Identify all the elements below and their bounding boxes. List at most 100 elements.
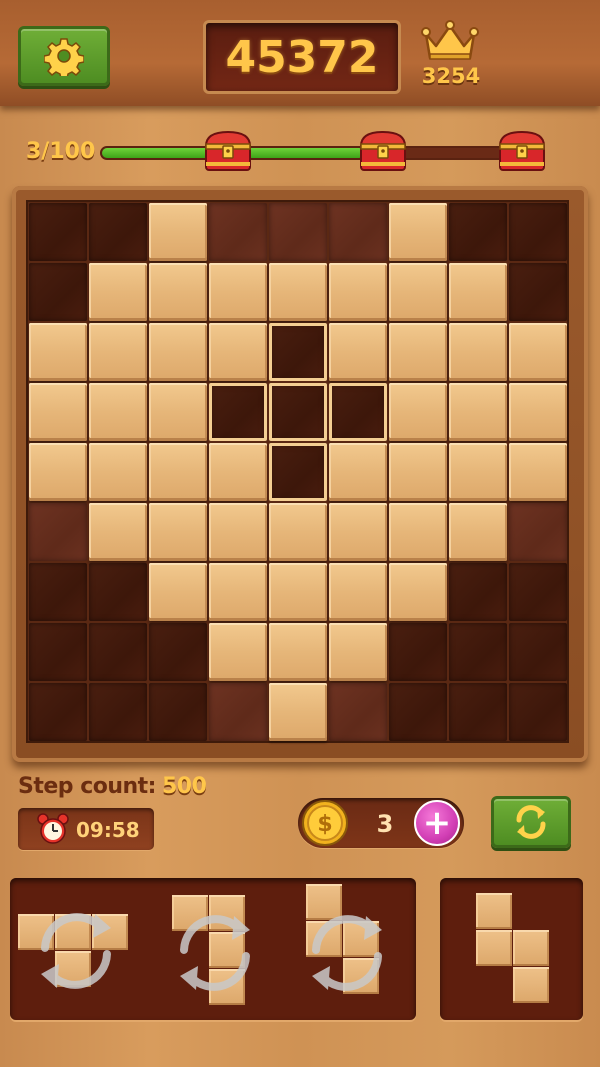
board-cell-filled[interactable] [89, 323, 147, 381]
board-cell-filled[interactable] [209, 323, 267, 381]
board-cell-empty[interactable] [29, 203, 87, 261]
board-cell-filled[interactable] [89, 383, 147, 441]
rotate-icon[interactable] [300, 906, 394, 1000]
board-cell-filled[interactable] [269, 263, 327, 321]
refresh-button[interactable] [491, 796, 571, 848]
board-cell-filled[interactable] [449, 503, 507, 561]
board-cell-filled[interactable] [329, 323, 387, 381]
board-cell-empty[interactable] [509, 503, 567, 561]
board-cell-empty[interactable] [509, 263, 567, 321]
board-cell-empty[interactable] [89, 203, 147, 261]
board-cell-empty[interactable] [509, 203, 567, 261]
board-cell-hint[interactable] [269, 323, 327, 381]
coin-count: 3 [376, 810, 394, 838]
board-cell-filled[interactable] [149, 263, 207, 321]
board-cell-filled[interactable] [209, 503, 267, 561]
board-cell-filled[interactable] [449, 263, 507, 321]
score-value: 45372 [225, 31, 379, 83]
board-cell-hint[interactable] [269, 383, 327, 441]
board-cell-empty[interactable] [29, 503, 87, 561]
board-cell-hint[interactable] [209, 383, 267, 441]
board-cell-empty[interactable] [89, 683, 147, 741]
board-cell-empty[interactable] [89, 623, 147, 681]
board-cell-filled[interactable] [509, 323, 567, 381]
board-cell-empty[interactable] [389, 623, 447, 681]
board-cell-filled[interactable] [29, 323, 87, 381]
board-cell-empty[interactable] [509, 683, 567, 741]
board-cell-filled[interactable] [389, 323, 447, 381]
board-cell-filled[interactable] [209, 263, 267, 321]
board-cell-filled[interactable] [149, 443, 207, 501]
board-cell-filled[interactable] [449, 383, 507, 441]
piece-block [513, 930, 549, 966]
board-cell-empty[interactable] [449, 623, 507, 681]
board-cell-empty[interactable] [29, 683, 87, 741]
board-cell-filled[interactable] [269, 563, 327, 621]
rotate-icon[interactable] [168, 906, 262, 1000]
board-cell-filled[interactable] [149, 383, 207, 441]
board-cell-filled[interactable] [329, 263, 387, 321]
board-cell-empty[interactable] [329, 683, 387, 741]
chest-icon[interactable] [358, 128, 408, 172]
board-cell-filled[interactable] [329, 503, 387, 561]
step-count-value: 500 [161, 774, 207, 799]
settings-button[interactable] [18, 26, 110, 86]
board-cell-empty[interactable] [449, 203, 507, 261]
board-cell-filled[interactable] [269, 503, 327, 561]
board-cell-filled[interactable] [389, 503, 447, 561]
game-board[interactable] [26, 200, 569, 743]
board-cell-empty[interactable] [449, 683, 507, 741]
piece-block [476, 930, 512, 966]
board-cell-filled[interactable] [149, 203, 207, 261]
board-cell-filled[interactable] [389, 563, 447, 621]
board-cell-filled[interactable] [149, 323, 207, 381]
board-cell-filled[interactable] [209, 623, 267, 681]
board-cell-filled[interactable] [389, 383, 447, 441]
timer-display: 09:58 [18, 808, 154, 850]
board-cell-filled[interactable] [89, 503, 147, 561]
board-cell-empty[interactable] [149, 683, 207, 741]
board-cell-empty[interactable] [509, 563, 567, 621]
piece-block [513, 967, 549, 1003]
board-cell-filled[interactable] [89, 263, 147, 321]
board-cell-empty[interactable] [29, 563, 87, 621]
add-coins-button[interactable]: + [414, 800, 460, 846]
board-cell-empty[interactable] [329, 203, 387, 261]
board-cell-filled[interactable] [329, 563, 387, 621]
board-cell-hint[interactable] [329, 383, 387, 441]
board-cell-empty[interactable] [209, 683, 267, 741]
board-cell-filled[interactable] [209, 443, 267, 501]
chest-icon[interactable] [497, 128, 547, 172]
board-cell-filled[interactable] [389, 443, 447, 501]
board-cell-filled[interactable] [29, 383, 87, 441]
board-cell-filled[interactable] [269, 623, 327, 681]
gear-icon [44, 38, 84, 76]
board-cell-filled[interactable] [209, 563, 267, 621]
board-cell-filled[interactable] [329, 623, 387, 681]
board-cell-filled[interactable] [389, 263, 447, 321]
board-cell-empty[interactable] [89, 563, 147, 621]
board-cell-filled[interactable] [509, 443, 567, 501]
rotate-icon[interactable] [29, 904, 123, 998]
board-cell-filled[interactable] [389, 203, 447, 261]
chest-icon[interactable] [203, 128, 253, 172]
board-cell-hint[interactable] [269, 443, 327, 501]
board-cell-empty[interactable] [29, 623, 87, 681]
level-progress-label: 3/100 [26, 139, 96, 164]
board-cell-empty[interactable] [209, 203, 267, 261]
board-cell-filled[interactable] [509, 383, 567, 441]
board-cell-filled[interactable] [449, 323, 507, 381]
board-cell-empty[interactable] [389, 683, 447, 741]
board-cell-filled[interactable] [149, 563, 207, 621]
board-cell-filled[interactable] [89, 443, 147, 501]
board-cell-filled[interactable] [149, 503, 207, 561]
board-cell-filled[interactable] [29, 443, 87, 501]
board-cell-empty[interactable] [269, 203, 327, 261]
board-cell-filled[interactable] [329, 443, 387, 501]
board-cell-empty[interactable] [29, 263, 87, 321]
board-cell-filled[interactable] [449, 443, 507, 501]
board-cell-empty[interactable] [149, 623, 207, 681]
board-cell-filled[interactable] [269, 683, 327, 741]
board-cell-empty[interactable] [449, 563, 507, 621]
board-cell-empty[interactable] [509, 623, 567, 681]
